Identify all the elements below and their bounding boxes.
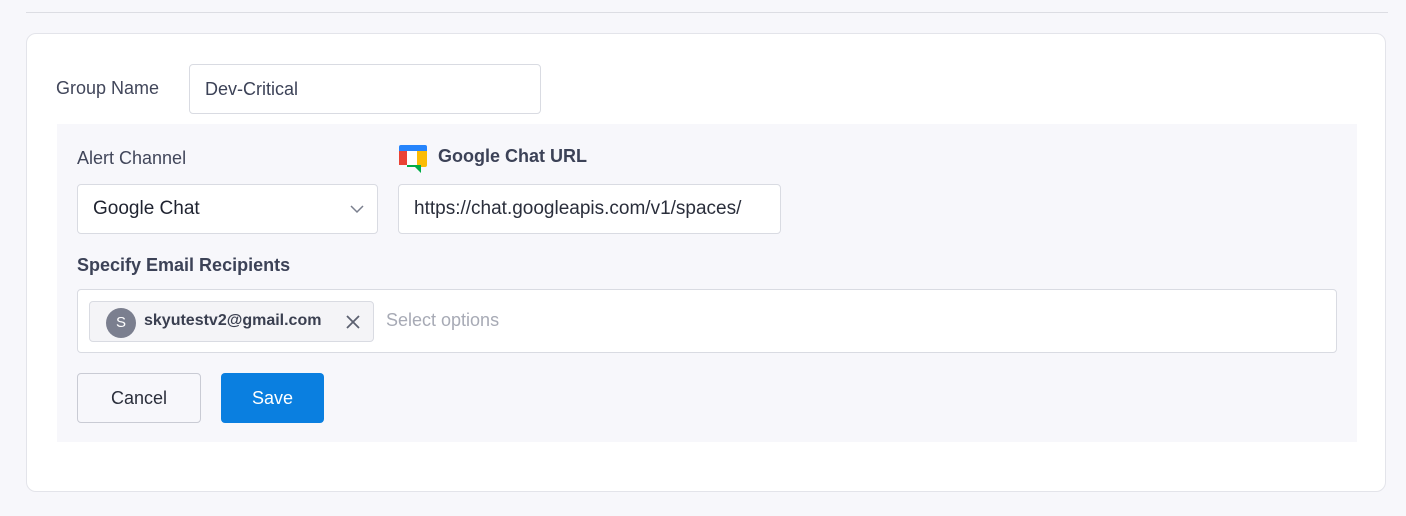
google-chat-url-label: Google Chat URL [438, 146, 587, 166]
alert-channel-value: Google Chat [93, 198, 200, 219]
alert-channel-label: Alert Channel [77, 148, 187, 168]
recipients-placeholder: Select options [386, 310, 500, 330]
save-button[interactable]: Save [221, 373, 324, 423]
google-chat-icon [399, 145, 427, 173]
close-icon[interactable] [345, 314, 361, 330]
recipient-chip: S skyutestv2@gmail.com [89, 301, 374, 342]
avatar: S [106, 308, 136, 338]
recipient-email: skyutestv2@gmail.com [144, 312, 322, 329]
group-name-input[interactable]: Dev-Critical [189, 64, 541, 114]
google-chat-url-input[interactable]: https://chat.googleapis.com/v1/spaces/ [398, 184, 781, 234]
group-name-label: Group Name [56, 78, 160, 98]
cancel-button[interactable]: Cancel [77, 373, 201, 423]
alert-channel-select[interactable]: Google Chat [77, 184, 378, 234]
email-recipients-label: Specify Email Recipients [77, 255, 291, 275]
top-divider [26, 12, 1388, 13]
chevron-down-icon [350, 205, 364, 214]
email-recipients-multiselect[interactable]: S skyutestv2@gmail.com Select options [77, 289, 1337, 353]
